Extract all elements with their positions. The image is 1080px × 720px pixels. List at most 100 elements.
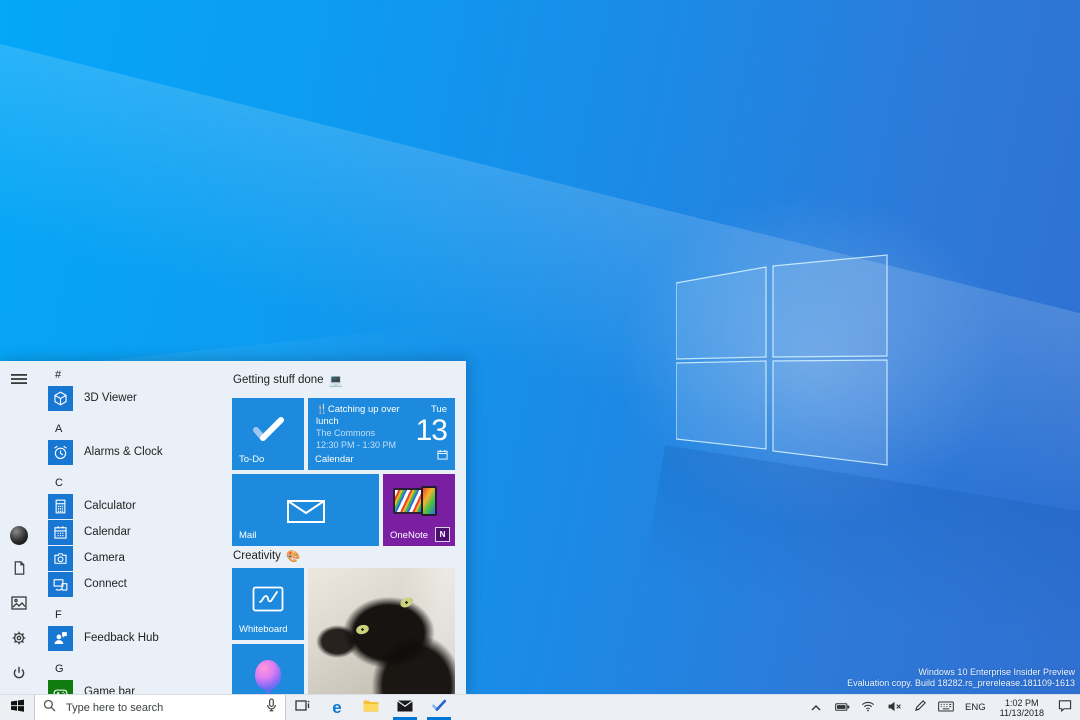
day-number: 13: [415, 414, 448, 447]
mini-calendar-icon: [437, 447, 448, 465]
section-letter[interactable]: F: [48, 605, 228, 625]
tile-label: Mail: [239, 530, 257, 541]
app-item-alarms-clock[interactable]: Alarms & Clock: [48, 439, 228, 465]
event-location: The Commons: [316, 428, 376, 438]
rail-bottom-group: [0, 525, 38, 684]
expand-menu-button[interactable]: [10, 372, 28, 390]
cat-eye: [398, 595, 415, 610]
start-button[interactable]: [0, 695, 34, 720]
action-center-button[interactable]: [1054, 695, 1076, 720]
todo-button[interactable]: [422, 695, 456, 720]
file-explorer-button[interactable]: [354, 695, 388, 720]
power-icon: [11, 665, 27, 686]
feedback-hub-icon: [48, 625, 73, 651]
tile-group-header[interactable]: Getting stuff done 💻: [233, 373, 343, 387]
touch-keyboard-icon: [938, 699, 954, 717]
clock-time: 1:02 PM: [1005, 697, 1039, 708]
app-label: Connect: [84, 578, 127, 590]
cat-eye: [355, 623, 370, 636]
edge-button[interactable]: e: [320, 695, 354, 720]
palette-emoji: 🎨: [285, 551, 301, 563]
clock[interactable]: 1:02 PM 11/13/2018: [994, 698, 1050, 718]
tile-whiteboard[interactable]: Whiteboard: [232, 568, 304, 640]
tile-label: Calendar: [315, 454, 354, 465]
mail-icon: [397, 699, 413, 717]
user-account-button[interactable]: [10, 525, 28, 545]
tile-paint3d[interactable]: [232, 644, 304, 694]
event-title: Catching up over lunch: [316, 404, 400, 427]
documents-button[interactable]: [10, 560, 28, 581]
language-indicator[interactable]: ENG: [961, 702, 990, 713]
start-menu-rail: [0, 361, 38, 694]
app-label: Alarms & Clock: [84, 446, 163, 458]
section-letter[interactable]: G: [48, 659, 228, 679]
3d-viewer-icon: [48, 385, 73, 411]
app-item-feedback-hub[interactable]: Feedback Hub: [48, 625, 228, 651]
search-box[interactable]: [34, 695, 286, 720]
tile-label: OneNote: [390, 530, 429, 541]
logo-shadow: [638, 445, 1080, 698]
clock-date: 11/13/2018: [999, 707, 1044, 718]
calculator-icon: [48, 493, 73, 519]
mail-button[interactable]: [388, 695, 422, 720]
alarms-clock-icon: [48, 439, 73, 465]
volume-button[interactable]: [883, 695, 905, 720]
pictures-button[interactable]: [10, 595, 28, 614]
todo-icon: [431, 699, 447, 717]
app-label: Camera: [84, 552, 125, 564]
app-item-connect[interactable]: Connect: [48, 571, 228, 597]
task-view-icon: [295, 699, 311, 717]
tile-group-title: Getting stuff done: [233, 374, 324, 386]
watermark-line1: Windows 10 Enterprise Insider Preview: [918, 667, 1075, 677]
tile-label: To-Do: [239, 454, 265, 465]
camera-icon: [48, 545, 73, 571]
tile-group-header[interactable]: Creativity 🎨: [233, 549, 300, 563]
app-label: Feedback Hub: [84, 632, 159, 644]
touch-keyboard-button[interactable]: [935, 695, 957, 720]
battery-button[interactable]: [831, 695, 853, 720]
app-list: # 3D Viewer A Alarms & Clock C Calculato: [38, 361, 228, 694]
app-item-calculator[interactable]: Calculator: [48, 493, 228, 519]
app-item-game-bar[interactable]: Game bar: [48, 679, 228, 694]
start-menu: # 3D Viewer A Alarms & Clock C Calculato: [0, 361, 466, 694]
watermark-line2: Evaluation copy. Build 18282.rs_prerelea…: [847, 678, 1075, 688]
tile-mail[interactable]: Mail: [232, 474, 379, 546]
windows-ink-button[interactable]: [909, 695, 931, 720]
app-label: Calculator: [84, 500, 136, 512]
tile-panel: Getting stuff done 💻 To-Do 🍴Catching up …: [228, 361, 466, 694]
search-icon: [43, 699, 56, 717]
app-label: 3D Viewer: [84, 392, 137, 404]
evaluation-watermark: Windows 10 Enterprise Insider Preview Ev…: [847, 667, 1075, 689]
tile-todo[interactable]: To-Do: [232, 398, 304, 470]
file-explorer-icon: [363, 699, 379, 717]
tile-group-title: Creativity: [233, 550, 281, 562]
network-button[interactable]: [857, 695, 879, 720]
game-bar-icon: [48, 679, 73, 694]
tile-onenote[interactable]: OneNote N: [383, 474, 455, 546]
microphone-icon[interactable]: [266, 697, 277, 718]
search-input[interactable]: [64, 700, 258, 715]
power-button[interactable]: [10, 666, 28, 684]
section-letter[interactable]: #: [48, 365, 228, 385]
app-item-3d-viewer[interactable]: 3D Viewer: [48, 385, 228, 411]
app-item-camera[interactable]: Camera: [48, 545, 228, 571]
section-letter[interactable]: C: [48, 473, 228, 493]
tile-photos-cat[interactable]: [308, 568, 455, 694]
windows-logo: [676, 254, 888, 466]
app-item-calendar[interactable]: Calendar: [48, 519, 228, 545]
desktop: Windows 10 Enterprise Insider Preview Ev…: [0, 0, 1080, 720]
section-letter[interactable]: A: [48, 419, 228, 439]
task-view-button[interactable]: [286, 695, 320, 720]
settings-button[interactable]: [10, 631, 28, 649]
hidden-icons-button[interactable]: [805, 695, 827, 720]
tile-calendar[interactable]: 🍴Catching up over lunch The Commons 12:3…: [308, 398, 455, 470]
event-time: 12:30 PM - 1:30 PM: [316, 440, 397, 450]
documents-icon: [12, 560, 27, 581]
onenote-logo-badge: N: [435, 527, 450, 542]
app-label: Game bar: [84, 686, 136, 694]
volume-muted-icon: [887, 699, 902, 717]
edge-icon: e: [332, 698, 342, 717]
system-tray: ENG 1:02 PM 11/13/2018: [805, 695, 1080, 720]
settings-gear-icon: [11, 630, 27, 651]
pen-icon: [914, 699, 927, 717]
